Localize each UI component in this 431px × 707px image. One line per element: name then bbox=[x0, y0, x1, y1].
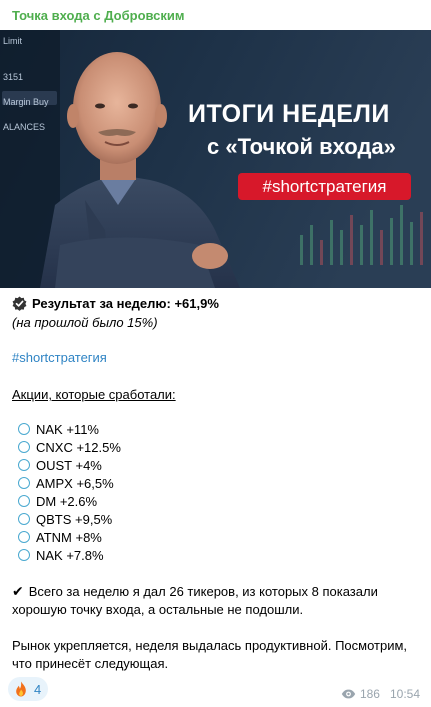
circle-outline-icon bbox=[18, 423, 30, 435]
reaction-fire-button[interactable]: 4 bbox=[8, 677, 48, 701]
circle-outline-icon bbox=[18, 459, 30, 471]
circle-outline-icon bbox=[18, 441, 30, 453]
banner-bg-text: ALANCES bbox=[3, 122, 45, 132]
view-count: 186 bbox=[359, 687, 380, 701]
hashtag-link[interactable]: #shortстратегия bbox=[12, 350, 107, 365]
message-time: 10:54 bbox=[389, 687, 420, 701]
previous-result: (на прошлой было 15%) bbox=[12, 315, 158, 330]
fire-icon bbox=[16, 681, 26, 697]
circle-outline-icon bbox=[18, 513, 30, 525]
reaction-count: 4 bbox=[34, 681, 42, 697]
circle-outline-icon bbox=[18, 549, 30, 561]
stock-item: ATNM +8% bbox=[12, 530, 102, 545]
stock-item: DM +2.6% bbox=[12, 494, 97, 509]
message-card: Точка входа с Добровским Limit 3151 Marg… bbox=[0, 0, 431, 707]
stock-item: NAK +7.8% bbox=[12, 548, 104, 563]
banner-bg-text: Margin Buy bbox=[3, 97, 49, 107]
banner-title-line2: с «Точкой входа» bbox=[207, 134, 396, 159]
eye-icon bbox=[341, 689, 356, 699]
stock-item: AMPX +6,5% bbox=[12, 476, 114, 491]
banner-title-line1: ИТОГИ НЕДЕЛИ bbox=[188, 100, 390, 128]
circle-outline-icon bbox=[18, 531, 30, 543]
verified-badge-icon bbox=[12, 296, 27, 311]
summary-text: ✔ Всего за неделю я дал 26 тикеров, из ко… bbox=[12, 583, 378, 617]
weekly-result: Результат за неделю: +61,9% bbox=[12, 296, 219, 311]
stock-item: QBTS +9,5% bbox=[12, 512, 112, 527]
circle-outline-icon bbox=[18, 495, 30, 507]
message-meta: 186 10:54 bbox=[341, 687, 420, 701]
channel-name[interactable]: Точка входа с Добровским bbox=[12, 8, 185, 23]
banner-hashtag-badge: #shortстратегия bbox=[238, 173, 411, 200]
banner-image[interactable]: Limit 3151 Margin Buy ALANCES ИТОГИ НЕДЕЛИ … bbox=[0, 30, 431, 288]
stock-item: NAK +11% bbox=[12, 422, 99, 437]
banner-bg-text: 3151 bbox=[3, 72, 23, 82]
closing-text: Рынок укрепляется, неделя выдалась проду… bbox=[12, 638, 408, 671]
stocks-heading: Акции, которые сработали: bbox=[12, 387, 176, 402]
stock-item: CNXC +12.5% bbox=[12, 440, 121, 455]
banner-bg-text: Limit bbox=[3, 36, 23, 46]
stock-item: OUST +4% bbox=[12, 458, 102, 473]
circle-outline-icon bbox=[18, 477, 30, 489]
check-mark-icon: ✔ bbox=[12, 583, 24, 599]
weekly-result-text: Результат за неделю: +61,9% bbox=[32, 296, 219, 311]
